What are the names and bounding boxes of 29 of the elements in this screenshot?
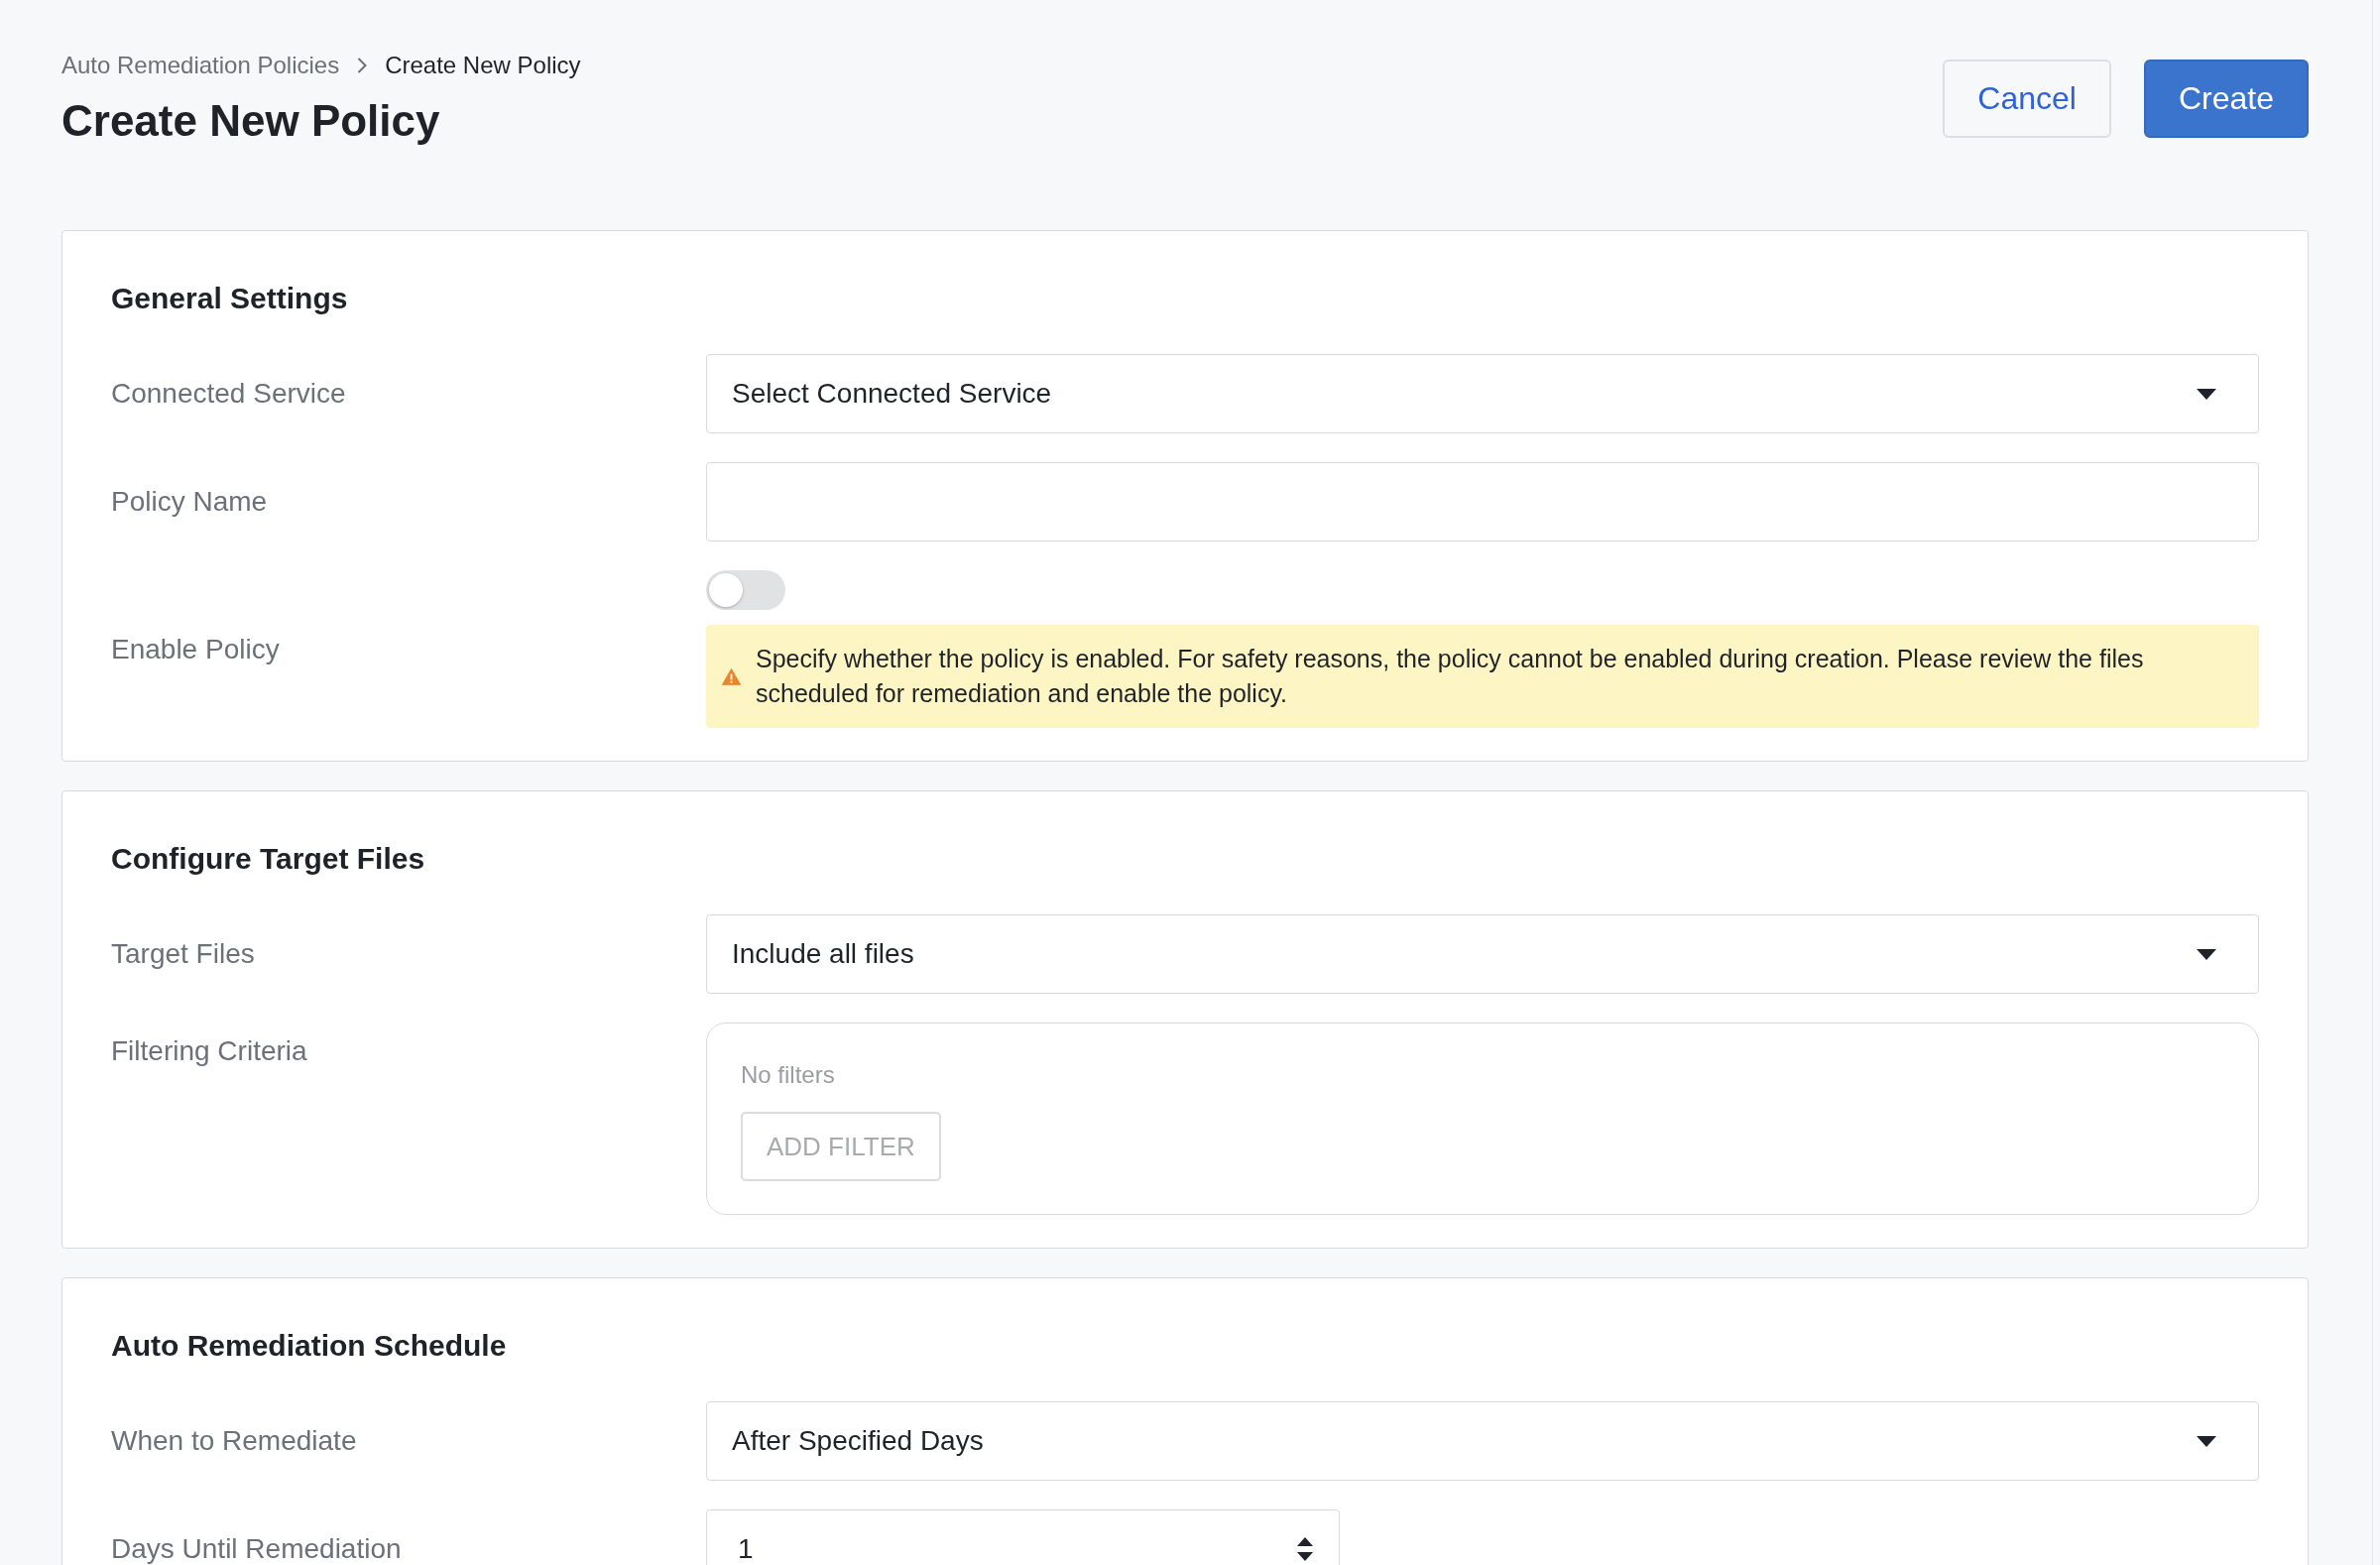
field-label: Filtering Criteria bbox=[111, 1034, 307, 1068]
field-label: Enable Policy bbox=[111, 632, 280, 666]
warning-text: Specify whether the policy is enabled. For safety reasons, the policy cannot be enabled during creation. Please review the files scheduled for remediation and enable the policy. bbox=[756, 644, 2145, 709]
cancel-button[interactable]: Cancel bbox=[1943, 60, 2111, 138]
section-title: Configure Target Files bbox=[111, 841, 425, 877]
warning-icon bbox=[722, 667, 741, 685]
number-input[interactable]: 1 bbox=[706, 1509, 1340, 1565]
empty-filters-text: No filters bbox=[741, 1060, 835, 1090]
text-input[interactable] bbox=[706, 462, 2259, 542]
caret-down-icon bbox=[2197, 948, 2216, 960]
page-title: Create New Policy bbox=[61, 95, 440, 147]
section-title: General Settings bbox=[111, 281, 348, 316]
stepper-arrows-icon bbox=[1297, 1537, 1313, 1561]
field-label: Days Until Remediation bbox=[111, 1532, 402, 1565]
breadcrumb-current: Create New Policy bbox=[385, 51, 581, 80]
create-button[interactable]: Create bbox=[2143, 60, 2309, 138]
section-title: Auto Remediation Schedule bbox=[111, 1328, 507, 1364]
select-dropdown[interactable]: Include all files bbox=[706, 914, 2259, 994]
field-label: Policy Name bbox=[111, 485, 268, 519]
caret-down-icon bbox=[2197, 388, 2216, 400]
toggle-switch[interactable] bbox=[706, 570, 785, 610]
breadcrumb-link[interactable]: Auto Remediation Policies bbox=[61, 50, 340, 81]
field-label: Target Files bbox=[111, 937, 255, 971]
select-dropdown[interactable]: Select Connected Service bbox=[706, 354, 2259, 433]
chevron-right-icon bbox=[357, 58, 368, 73]
field-label: Connected Service bbox=[111, 377, 346, 411]
select-dropdown[interactable]: After Specified Days bbox=[706, 1401, 2259, 1481]
caret-down-icon bbox=[2197, 1435, 2216, 1447]
field-label: When to Remediate bbox=[111, 1424, 357, 1458]
